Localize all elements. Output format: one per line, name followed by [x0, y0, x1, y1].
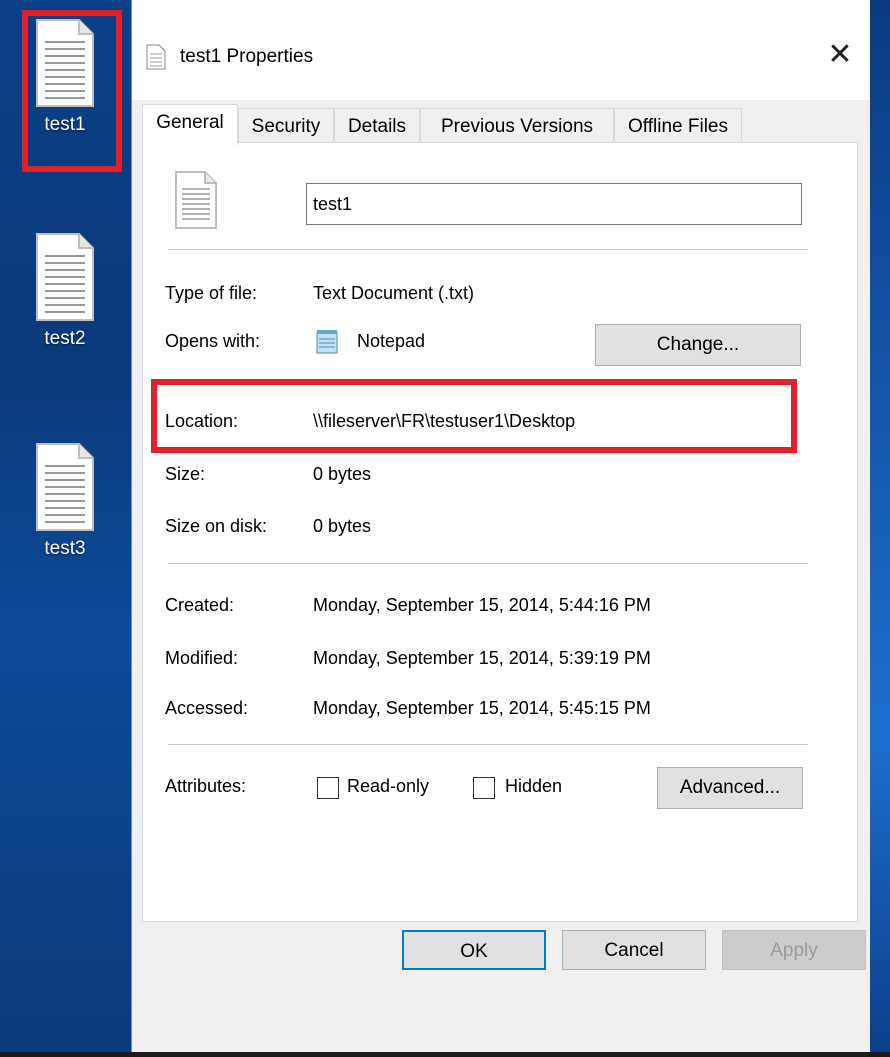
divider [168, 249, 808, 250]
apply-button[interactable]: Apply [722, 930, 866, 970]
taskbar-edge [0, 1052, 890, 1057]
advanced-button[interactable]: Advanced... [657, 767, 803, 809]
desktop-file-test3[interactable]: test3 [15, 442, 115, 560]
desktop-file-test2[interactable]: test2 [15, 232, 115, 350]
text-file-icon [36, 233, 94, 321]
file-name-field[interactable] [306, 183, 802, 225]
divider [168, 563, 808, 564]
general-panel: Type of file: Text Document (.txt) Opens… [142, 142, 858, 922]
tab-previous-versions[interactable]: Previous Versions [420, 108, 614, 144]
opens-with-label: Opens with: [165, 331, 261, 351]
properties-dialog: test1 Properties ✕ General Security Deta… [131, 0, 870, 1052]
notepad-icon [316, 330, 338, 354]
close-icon: ✕ [827, 38, 853, 71]
hidden-label[interactable]: Hidden [505, 776, 562, 797]
type-of-file-value: Text Document (.txt) [313, 283, 475, 303]
size-on-disk-label: Size on disk: [165, 516, 268, 536]
highlight-box-test1 [22, 10, 122, 172]
type-of-file-label: Type of file: [165, 283, 258, 303]
accessed-value: Monday, September 15, 2014, 5:45:15 PM [313, 698, 651, 718]
text-file-icon [146, 44, 166, 70]
desktop-file-label: test3 [44, 538, 86, 559]
attributes-label: Attributes: [165, 776, 247, 796]
size-value: 0 bytes [313, 464, 372, 484]
hidden-checkbox[interactable] [473, 777, 495, 799]
size-label: Size: [165, 464, 206, 484]
title-bar[interactable]: test1 Properties ✕ [132, 0, 870, 100]
cancel-button[interactable]: Cancel [562, 930, 706, 970]
created-label: Created: [165, 595, 235, 615]
divider [168, 744, 808, 745]
text-file-icon [36, 443, 94, 531]
modified-value: Monday, September 15, 2014, 5:39:19 PM [313, 648, 651, 668]
created-value: Monday, September 15, 2014, 5:44:16 PM [313, 595, 651, 615]
modified-label: Modified: [165, 648, 239, 668]
read-only-label[interactable]: Read-only [347, 776, 429, 797]
change-button[interactable]: Change... [595, 324, 801, 366]
tab-general[interactable]: General [142, 104, 238, 145]
read-only-checkbox[interactable] [317, 777, 339, 799]
tab-offline-files[interactable]: Offline Files [614, 108, 742, 144]
desktop-file-label: test2 [44, 328, 86, 349]
tab-details[interactable]: Details [334, 108, 420, 144]
tab-security[interactable]: Security [238, 108, 334, 144]
text-file-icon [175, 171, 217, 229]
close-button[interactable]: ✕ [810, 30, 870, 80]
accessed-label: Accessed: [165, 698, 249, 718]
window-title: test1 Properties [180, 46, 314, 67]
ok-button[interactable]: OK [402, 930, 546, 970]
highlight-box-location [151, 379, 797, 453]
desktop-right-edge [870, 0, 890, 1052]
size-on-disk-value: 0 bytes [313, 516, 372, 536]
opens-with-value: Notepad [357, 331, 426, 351]
